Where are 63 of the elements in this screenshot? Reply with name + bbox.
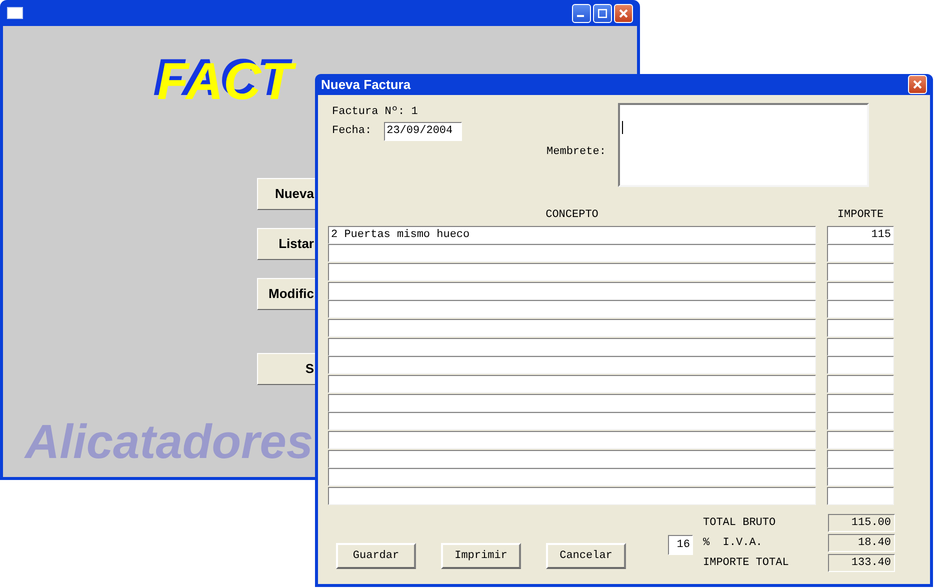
minimize-icon [577, 15, 584, 17]
concept-field[interactable] [328, 356, 816, 374]
concept-field[interactable] [328, 394, 816, 412]
logo-text: FACT [149, 52, 301, 112]
amount-field[interactable] [827, 394, 894, 412]
date-label: Fecha: [332, 124, 372, 140]
amount-field[interactable] [827, 412, 894, 430]
vat-rate-field[interactable]: 16 [668, 534, 693, 555]
close-button[interactable] [614, 4, 633, 22]
amount-field[interactable] [827, 375, 894, 393]
dialog-button[interactable]: Imprimir [441, 542, 521, 569]
app-icon [7, 7, 23, 19]
amount-field[interactable] [827, 468, 894, 486]
amount-field[interactable] [827, 282, 894, 300]
total-label: % I.V.A. [703, 536, 764, 551]
menu-button[interactable]: S [257, 353, 317, 385]
text-cursor [622, 121, 623, 134]
total-value: 18.40 [828, 534, 895, 552]
concept-field[interactable] [328, 450, 816, 468]
concept-field[interactable] [328, 282, 816, 300]
close-icon [619, 8, 628, 18]
amount-field[interactable] [827, 431, 894, 450]
concept-field[interactable] [328, 318, 816, 337]
column-header: CONCEPTO [544, 208, 600, 223]
menu-button[interactable]: Nueva [257, 178, 317, 210]
concept-field[interactable]: 2 Puertas mismo hueco [328, 226, 816, 244]
minimize-button[interactable] [572, 4, 591, 22]
concept-field[interactable] [328, 431, 816, 450]
concept-field[interactable] [328, 412, 816, 430]
close-icon [913, 80, 922, 89]
amount-field[interactable] [827, 338, 894, 356]
amount-field[interactable] [827, 487, 894, 506]
total-label: IMPORTE TOTAL [703, 556, 789, 571]
date-field[interactable]: 23/09/2004 [384, 122, 462, 141]
letterhead-label: Membrete: [546, 145, 606, 160]
total-value: 115.00 [828, 514, 895, 532]
concept-field[interactable] [328, 244, 816, 262]
menu-button[interactable]: Listar [257, 228, 317, 260]
invoice-number: Factura Nº: 1 [332, 105, 419, 119]
amount-field[interactable]: 115 [827, 226, 894, 244]
total-value: 133.40 [828, 554, 895, 572]
menu-button[interactable]: Modific [257, 278, 317, 310]
letterhead-field[interactable] [618, 103, 869, 187]
dialog-title: Nueva Factura [321, 76, 411, 94]
concept-field[interactable] [328, 338, 816, 356]
close-button[interactable] [908, 75, 927, 94]
concept-field[interactable] [328, 262, 816, 281]
column-header: IMPORTE [836, 208, 885, 223]
maximize-button[interactable] [593, 4, 612, 22]
amount-field[interactable] [827, 450, 894, 468]
concept-field[interactable] [328, 300, 816, 318]
dialog-button[interactable]: Guardar [336, 542, 416, 569]
concept-field[interactable] [328, 487, 816, 506]
amount-field[interactable] [827, 244, 894, 262]
maximize-icon [598, 8, 607, 18]
amount-field[interactable] [827, 262, 894, 281]
total-label: TOTAL BRUTO [703, 516, 777, 531]
concept-field[interactable] [328, 375, 816, 393]
amount-field[interactable] [827, 318, 894, 337]
dialog-button[interactable]: Cancelar [546, 542, 626, 569]
amount-field[interactable] [827, 356, 894, 374]
concept-field[interactable] [328, 468, 816, 486]
amount-field[interactable] [827, 300, 894, 318]
